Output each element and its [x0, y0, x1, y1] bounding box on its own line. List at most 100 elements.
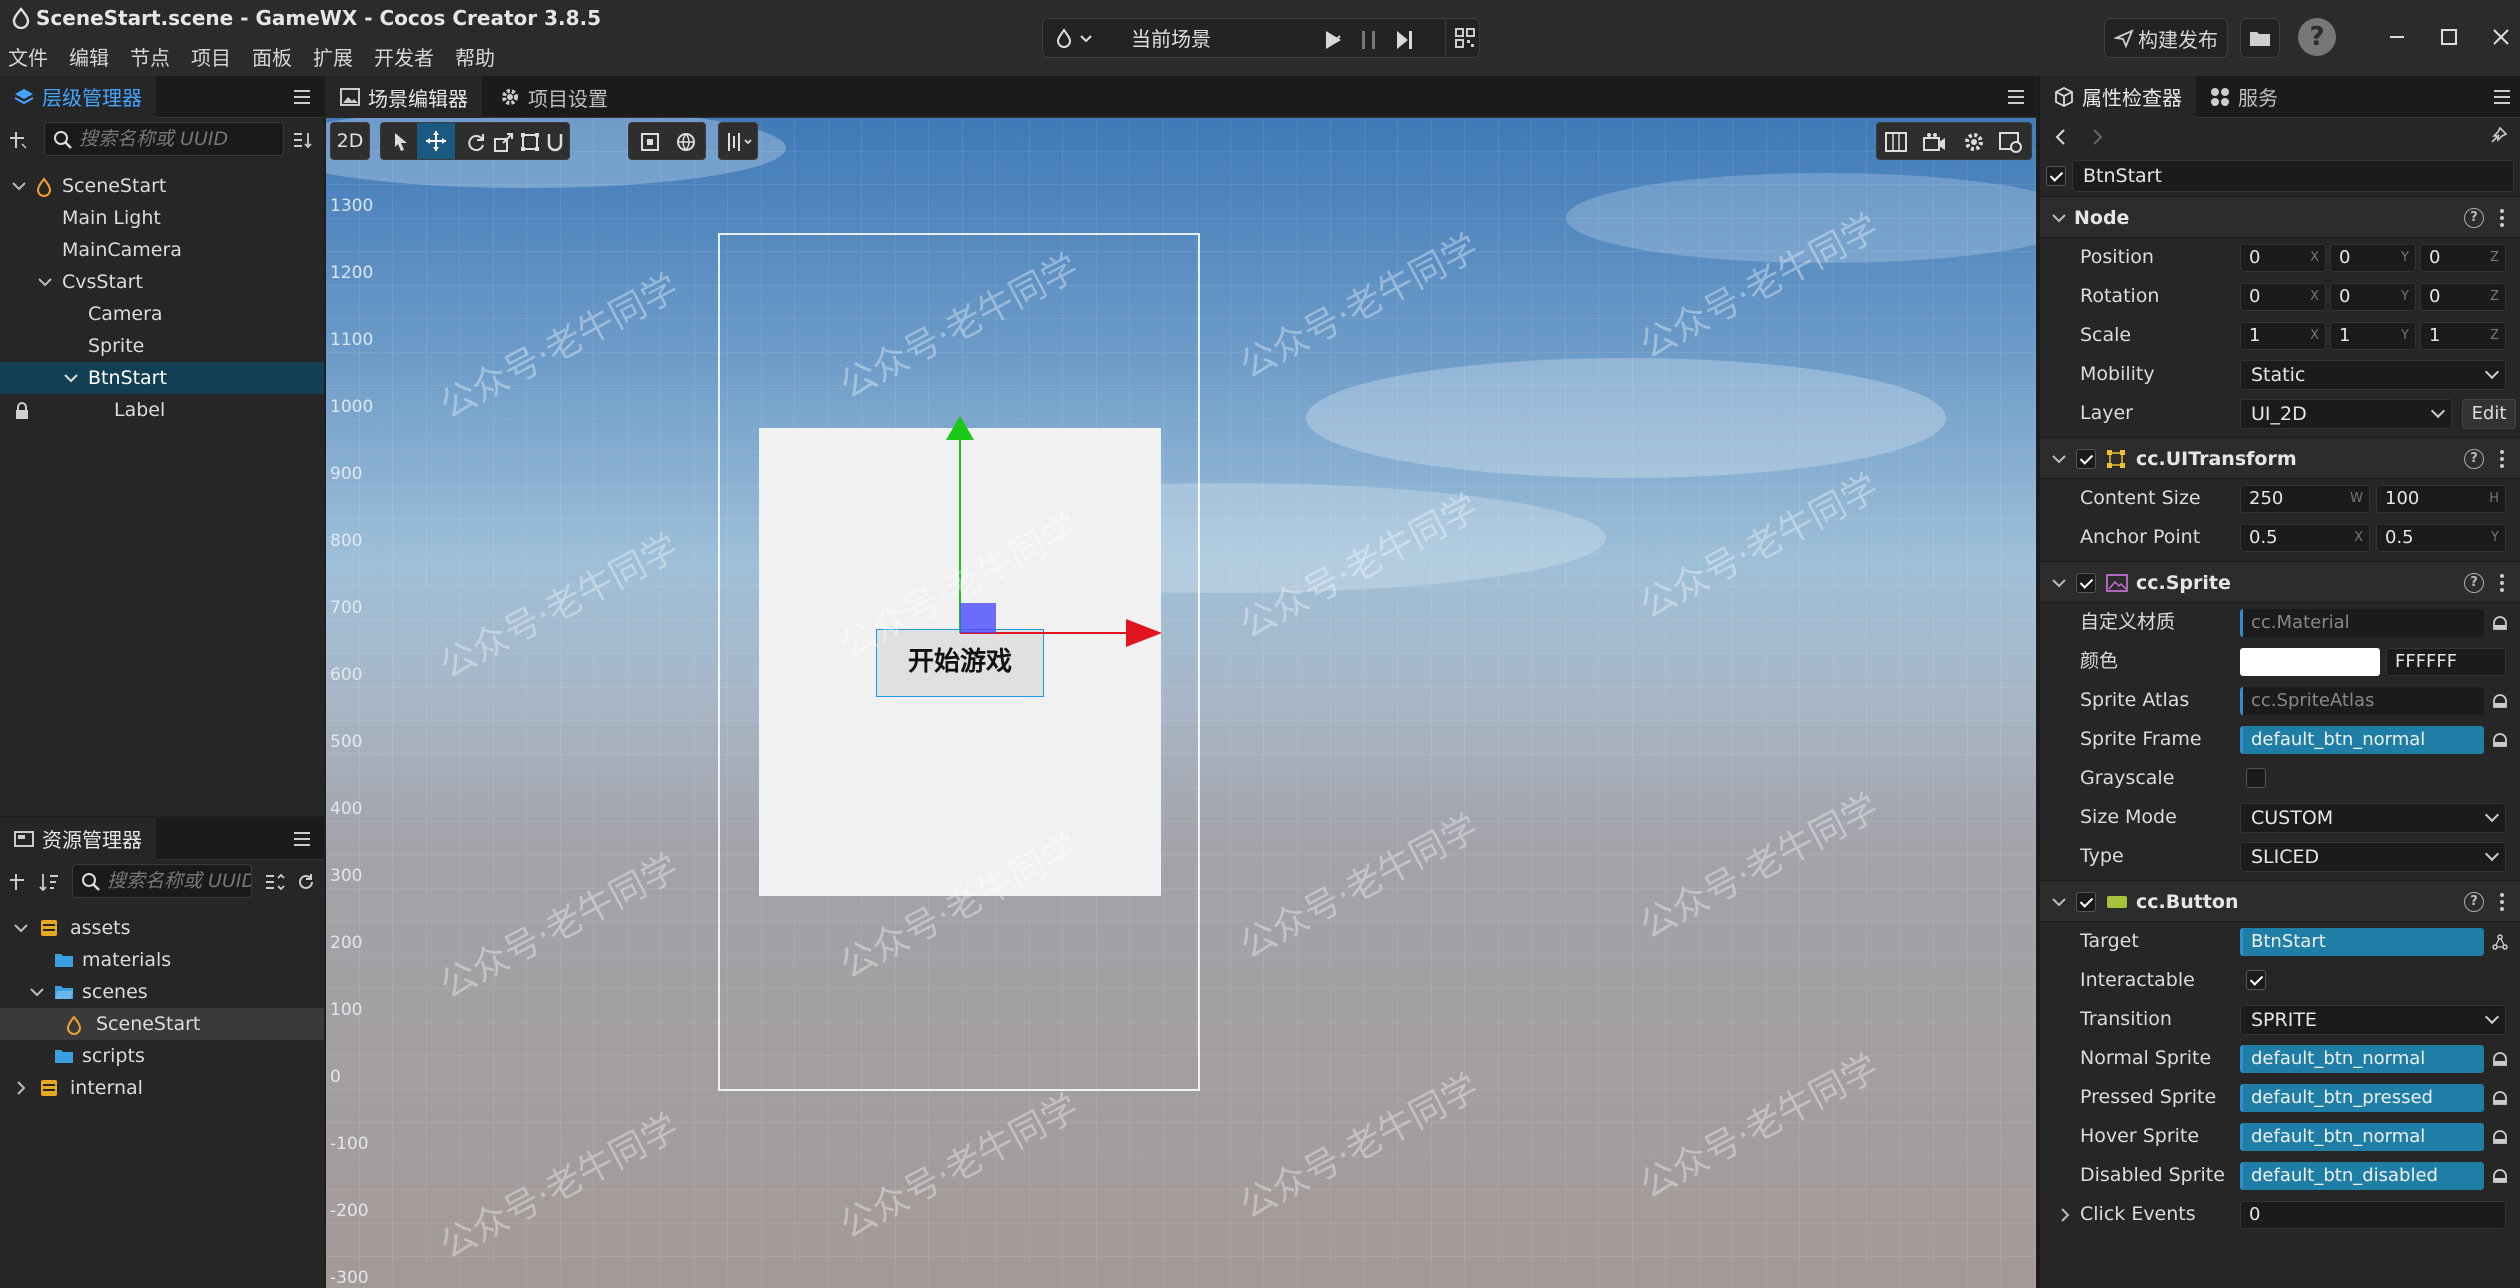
more-icon[interactable] — [2500, 893, 2504, 911]
menu-icon[interactable] — [292, 88, 312, 106]
rotation-z-input[interactable]: 0Z — [2420, 283, 2506, 311]
position-y-input[interactable]: 0Y — [2330, 244, 2416, 272]
sprite-frame-field[interactable]: default_btn_normal — [2240, 726, 2484, 754]
chevron-down-icon[interactable] — [30, 987, 44, 997]
more-icon[interactable] — [2500, 450, 2504, 468]
move-tool-active[interactable] — [417, 123, 455, 159]
pause-icon[interactable] — [1359, 29, 1379, 51]
hover-sprite-field[interactable]: default_btn_normal — [2240, 1123, 2484, 1151]
rotation-x-input[interactable]: 0X — [2240, 283, 2326, 311]
move-gizmo[interactable] — [926, 408, 1166, 668]
play-icon[interactable] — [1323, 29, 1343, 51]
content-height-input[interactable]: 100 H — [2376, 485, 2506, 513]
sort-icon[interactable] — [38, 872, 60, 892]
toggle-2d-button[interactable]: 2D — [330, 122, 370, 160]
node-section-header[interactable]: Node ? — [2040, 196, 2520, 238]
menu-project[interactable]: 项目 — [191, 42, 231, 71]
menu-help[interactable]: 帮助 — [455, 42, 495, 71]
gizmo-settings-icon[interactable] — [1999, 131, 2023, 153]
scale-y-input[interactable]: 1Y — [2330, 322, 2416, 350]
asset-picker-icon[interactable] — [2492, 1168, 2508, 1184]
settings-icon[interactable] — [1963, 131, 1985, 153]
qrcode-button[interactable] — [1445, 18, 1481, 58]
sprite-section-header[interactable]: cc.Sprite ? — [2040, 561, 2520, 603]
menu-panel[interactable]: 面板 — [252, 42, 292, 71]
sprite-enabled-checkbox[interactable] — [2076, 573, 2096, 593]
tree-node-sprite[interactable]: Sprite — [0, 330, 324, 362]
sort-icon[interactable] — [292, 130, 314, 150]
layer-edit-button[interactable]: Edit — [2462, 399, 2516, 429]
tree-node-scenestart[interactable]: SceneStart — [0, 170, 324, 202]
build-publish-button[interactable]: 构建发布 — [2104, 18, 2228, 58]
add-node-icon[interactable] — [8, 130, 28, 150]
chevron-down-icon[interactable] — [2052, 578, 2066, 588]
position-x-input[interactable]: 0X — [2240, 244, 2326, 272]
asset-picker-icon[interactable] — [2492, 1129, 2508, 1145]
menu-developer[interactable]: 开发者 — [374, 42, 434, 71]
snap-tool-icon[interactable] — [545, 131, 565, 153]
platform-icon[interactable] — [1055, 28, 1095, 50]
asset-folder-materials[interactable]: materials — [0, 944, 324, 976]
rotate-tool-icon[interactable] — [465, 131, 487, 153]
custom-material-field[interactable]: cc.Material — [2240, 609, 2484, 637]
scene-select[interactable]: 当前场景 — [1121, 22, 1349, 56]
help-button[interactable]: ? — [2298, 18, 2336, 56]
sprite-atlas-field[interactable]: cc.SpriteAtlas — [2240, 687, 2484, 715]
asset-scene-scenestart[interactable]: SceneStart — [0, 1008, 324, 1040]
tab-assets[interactable]: 资源管理器 — [0, 817, 156, 860]
tab-services[interactable]: 服务 — [2196, 76, 2292, 118]
global-icon[interactable] — [675, 131, 697, 153]
menu-extension[interactable]: 扩展 — [313, 42, 353, 71]
maximize-icon[interactable] — [2434, 22, 2464, 52]
button-section-header[interactable]: cc.Button ? — [2040, 880, 2520, 922]
tree-node-btnstart[interactable]: BtnStart — [0, 362, 324, 394]
chevron-down-icon[interactable] — [2052, 454, 2066, 464]
lock-icon[interactable] — [14, 402, 30, 420]
button-enabled-checkbox[interactable] — [2076, 892, 2096, 912]
asset-folder-scripts[interactable]: scripts — [0, 1040, 324, 1072]
help-icon[interactable]: ? — [2464, 892, 2484, 912]
tree-node-main-light[interactable]: Main Light — [0, 202, 324, 234]
forward-icon[interactable] — [2092, 129, 2104, 145]
menu-edit[interactable]: 编辑 — [69, 42, 109, 71]
more-icon[interactable] — [2500, 209, 2504, 227]
position-z-input[interactable]: 0Z — [2420, 244, 2506, 272]
step-icon[interactable] — [1395, 29, 1415, 51]
disabled-sprite-field[interactable]: default_btn_disabled — [2240, 1162, 2484, 1190]
click-events-count-input[interactable]: 0 — [2240, 1201, 2506, 1229]
node-name-input[interactable]: BtnStart — [2072, 160, 2514, 192]
node-picker-icon[interactable] — [2492, 934, 2508, 950]
color-hex-input[interactable]: FFFFFF — [2386, 648, 2506, 676]
chevron-down-icon[interactable] — [64, 373, 78, 383]
size-mode-select[interactable]: CUSTOM — [2240, 803, 2506, 833]
close-icon[interactable] — [2486, 22, 2516, 52]
chevron-down-icon[interactable] — [12, 181, 26, 191]
content-width-input[interactable]: 250 W — [2240, 485, 2370, 513]
color-swatch[interactable] — [2240, 648, 2380, 676]
interactable-checkbox[interactable] — [2246, 970, 2266, 990]
tab-project-settings[interactable]: 项目设置 — [486, 76, 622, 118]
open-folder-button[interactable] — [2240, 18, 2280, 58]
camera-icon[interactable] — [1923, 132, 1947, 152]
pin-icon[interactable] — [2488, 126, 2508, 146]
scale-z-input[interactable]: 1Z — [2420, 322, 2506, 350]
transition-select[interactable]: SPRITE — [2240, 1005, 2506, 1035]
chevron-right-icon[interactable] — [2060, 1208, 2070, 1222]
type-select[interactable]: SLICED — [2240, 842, 2506, 872]
hierarchy-search-input[interactable]: 搜索名称或 UUID — [44, 122, 284, 156]
tab-inspector[interactable]: 属性检查器 — [2040, 75, 2196, 118]
menu-node[interactable]: 节点 — [130, 42, 170, 71]
anchor-x-input[interactable]: 0.5 X — [2240, 524, 2370, 552]
mobility-select[interactable]: Static — [2240, 360, 2506, 390]
menu-file[interactable]: 文件 — [8, 42, 48, 71]
asset-folder-scenes[interactable]: scenes — [0, 976, 324, 1008]
asset-folder-internal[interactable]: internal — [0, 1072, 324, 1104]
assets-search-input[interactable]: 搜索名称或 UUID — [72, 864, 252, 898]
uitransform-enabled-checkbox[interactable] — [2076, 449, 2096, 469]
asset-picker-icon[interactable] — [2492, 1051, 2508, 1067]
chevron-down-icon[interactable] — [14, 923, 28, 933]
target-field[interactable]: BtnStart — [2240, 928, 2484, 956]
tree-node-main-camera[interactable]: MainCamera — [0, 234, 324, 266]
asset-folder-assets[interactable]: assets — [0, 912, 324, 944]
chevron-right-icon[interactable] — [16, 1081, 26, 1095]
